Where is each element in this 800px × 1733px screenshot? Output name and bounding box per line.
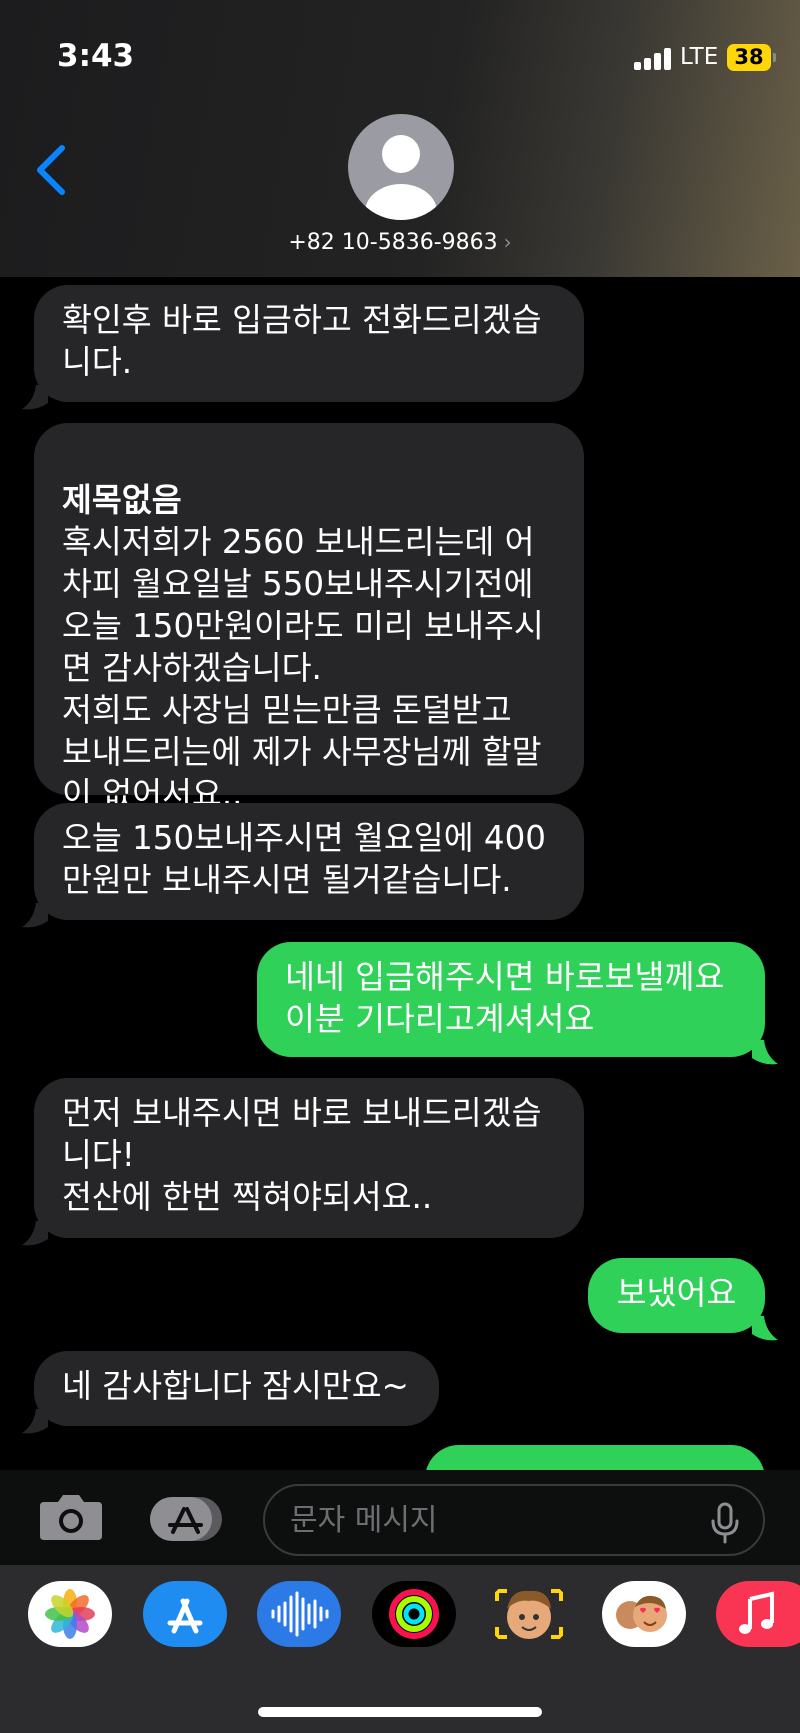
activity-icon [389,1589,439,1639]
signal-icon [634,46,674,70]
memoji-icon [495,1589,563,1639]
bubble-tail [22,1221,48,1246]
compose-bar [0,1470,800,1565]
message-text: 혹시저희가 2560 보내드리는데 어 차피 월요일날 550보내주시기전에 오… [62,523,544,813]
music-app-button[interactable] [716,1581,800,1647]
chevron-right-icon: › [503,230,512,254]
message-list[interactable]: 확인후 바로 입금하고 전화드리겠습 니다. 제목없음혹시저희가 2560 보내… [0,277,800,1470]
bubble-tail [22,1409,48,1434]
network-label: LTE [680,44,719,70]
message-bubble-incoming[interactable]: 오늘 150보내주시면 월요일에 400 만원만 보내주시면 될거같습니다. [34,803,584,920]
voice-memos-icon [271,1591,329,1637]
bubble-tail [752,1316,778,1341]
message-bubble-incoming[interactable]: 확인후 바로 입금하고 전화드리겠습 니다. [34,285,584,402]
voice-memos-app-button[interactable] [257,1581,341,1647]
microphone-icon [711,1502,739,1544]
bubble-tail [22,903,48,928]
bubble-tail [752,1040,778,1065]
message-subject: 제목없음 [62,481,182,519]
app-store-icon [150,1497,222,1541]
message-bubble-incoming[interactable]: 제목없음혹시저희가 2560 보내드리는데 어 차피 월요일날 550보내주시기… [34,423,584,813]
camera-icon [40,1495,102,1540]
contact-name: +82 10-5836-9863 [288,230,498,255]
photos-app-button[interactable] [28,1581,112,1647]
dictation-button[interactable] [710,1502,740,1544]
bubble-tail [22,385,48,410]
message-bubble-outgoing[interactable]: 네네 입금해주시면 바로보낼께요 이분 기다리고계셔서요 [257,942,765,1057]
person-icon [365,135,437,220]
battery-icon: 38 [727,44,776,71]
back-button[interactable] [30,140,80,200]
app-store-button[interactable] [148,1495,224,1543]
message-input[interactable] [263,1484,765,1556]
animoji-stickers-icon [616,1595,667,1632]
message-bubble-outgoing[interactable] [425,1445,765,1470]
memoji-app-button[interactable] [487,1581,571,1647]
photos-icon [45,1589,95,1639]
status-time: 3:43 [57,38,135,74]
app-drawer [0,1565,800,1733]
music-icon [739,1591,774,1634]
conversation-header: 3:43 LTE 38 +82 10-5836-9863 › [0,0,800,277]
contact-name-button[interactable]: +82 10-5836-9863 › [0,230,800,255]
message-bubble-incoming[interactable]: 네 감사합니다 잠시만요~ [34,1351,439,1426]
app-store-icon [167,1598,203,1634]
contact-avatar[interactable] [348,114,454,220]
app-store-app-button[interactable] [143,1581,227,1647]
message-bubble-incoming[interactable]: 먼저 보내주시면 바로 보내드리겠습 니다! 전산에 한번 찍혀야되서요.. [34,1078,584,1238]
message-bubble-outgoing[interactable]: 보냈어요 [588,1258,765,1333]
memoji-stickers-app-button[interactable] [602,1581,686,1647]
chevron-left-icon [37,145,65,195]
camera-button[interactable] [38,1492,104,1542]
home-indicator[interactable] [258,1707,542,1717]
activity-app-button[interactable] [372,1581,456,1647]
